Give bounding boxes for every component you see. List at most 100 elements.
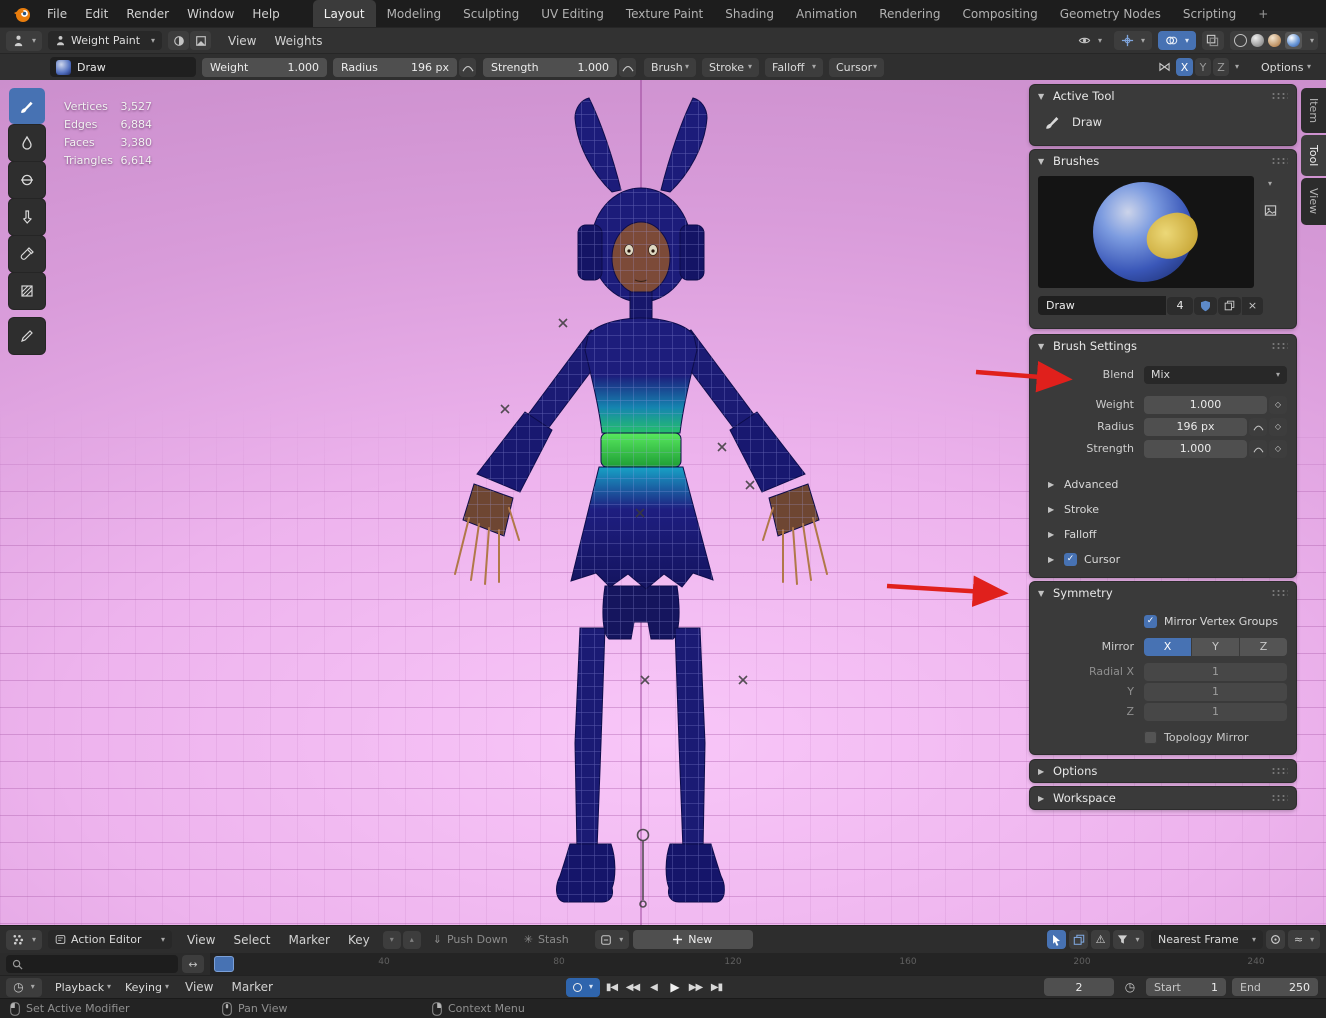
animate-weight-button[interactable]: ◇ xyxy=(1269,396,1287,414)
gizmos-popover[interactable]: ▾ xyxy=(1114,31,1152,50)
annotate-tool-button[interactable] xyxy=(9,318,45,354)
xray-toggle[interactable] xyxy=(1202,31,1224,50)
move-channel-down-button[interactable]: ▾ xyxy=(383,931,401,949)
draw-tool-button[interactable] xyxy=(9,88,45,124)
prev-keyframe-button[interactable]: ◀◀ xyxy=(623,978,642,997)
duplicate-brush-button[interactable] xyxy=(1218,297,1241,315)
stroke-popover[interactable]: Stroke▾ xyxy=(702,58,759,77)
current-frame-handle[interactable] xyxy=(214,956,234,972)
radius-value-slider[interactable]: 196 px xyxy=(1144,418,1247,436)
mirror-x-toggle[interactable]: X xyxy=(1176,58,1193,76)
brush-user-count[interactable]: 4 xyxy=(1167,297,1193,315)
keying-popover[interactable]: Keying▾ xyxy=(118,978,176,997)
timeline-editor-type-button[interactable]: ◷ ▾ xyxy=(6,978,42,997)
object-visibility-popover[interactable]: ▾ xyxy=(1072,31,1108,50)
material-preview-button[interactable] xyxy=(1268,34,1281,47)
mode-select[interactable]: Weight Paint ▾ xyxy=(48,31,162,50)
frame-end-field[interactable]: End 250 xyxy=(1232,978,1318,996)
proportional-edit-toggle[interactable] xyxy=(1266,930,1285,949)
weight-slider[interactable]: Weight 1.000 xyxy=(202,58,327,77)
jump-to-start-button[interactable]: ▮◀ xyxy=(602,978,621,997)
brush-settings-panel-header[interactable]: ▼ Brush Settings xyxy=(1030,335,1296,357)
menu-edit[interactable]: Edit xyxy=(76,0,117,27)
frame-start-field[interactable]: Start 1 xyxy=(1146,978,1226,996)
current-frame-field[interactable]: 2 xyxy=(1044,978,1114,996)
workspace-tab-compositing[interactable]: Compositing xyxy=(951,0,1048,27)
workspace-tab-animation[interactable]: Animation xyxy=(785,0,868,27)
show-errors-toggle[interactable]: ⚠ xyxy=(1091,930,1110,949)
sidebar-tab-item[interactable]: Item xyxy=(1301,88,1326,133)
options-popover[interactable]: Options ▾ xyxy=(1254,58,1318,77)
playback-popover[interactable]: Playback▾ xyxy=(48,978,118,997)
symmetry-panel-header[interactable]: ▼ Symmetry xyxy=(1030,582,1296,604)
animate-strength-button[interactable]: ◇ xyxy=(1269,440,1287,458)
mirror-vertex-groups-checkbox[interactable]: ✓ xyxy=(1144,615,1157,628)
menu-file[interactable]: File xyxy=(38,0,76,27)
radius-slider[interactable]: Radius 196 px xyxy=(333,58,457,77)
cursor-popover[interactable]: Cursor▾ xyxy=(829,58,884,77)
menu-help[interactable]: Help xyxy=(243,0,288,27)
menu-render[interactable]: Render xyxy=(117,0,178,27)
active-tool-row[interactable]: Draw xyxy=(1044,113,1102,131)
overlays-popover[interactable]: ▾ xyxy=(1158,31,1196,50)
paint-mask-toggle[interactable] xyxy=(168,31,189,50)
cursor-section[interactable]: ▶ ✓ Cursor xyxy=(1048,550,1120,568)
active-tool-panel-header[interactable]: ▼ Active Tool xyxy=(1030,85,1296,107)
filter-popover[interactable]: ▾ xyxy=(1113,930,1144,949)
add-workspace-button[interactable]: + xyxy=(1247,0,1279,27)
timeline-scrubber[interactable]: 40 80 120 160 200 240 xyxy=(210,953,1326,975)
menu-view[interactable]: View xyxy=(176,976,222,998)
menu-view[interactable]: View xyxy=(219,28,265,53)
workspace-tab-geometry-nodes[interactable]: Geometry Nodes xyxy=(1049,0,1172,27)
brush-image-button[interactable] xyxy=(1260,200,1280,220)
weight-value-slider[interactable]: 1.000 xyxy=(1144,396,1267,414)
falloff-section[interactable]: ▶Falloff xyxy=(1048,525,1096,543)
animate-radius-button[interactable]: ◇ xyxy=(1269,418,1287,436)
jump-to-end-button[interactable]: ▶▮ xyxy=(707,978,726,997)
advanced-section[interactable]: ▶Advanced xyxy=(1048,475,1118,493)
new-action-button[interactable]: New xyxy=(633,930,753,949)
play-button[interactable]: ▶ xyxy=(665,978,684,997)
menu-key[interactable]: Key xyxy=(339,926,379,953)
brush-name-field[interactable]: Draw xyxy=(1038,296,1166,315)
menu-window[interactable]: Window xyxy=(178,0,243,27)
workspace-panel-header[interactable]: ▶ Workspace xyxy=(1030,787,1296,809)
brush-popover[interactable]: Brush▾ xyxy=(644,58,696,77)
snap-mode-select[interactable]: Nearest Frame ▾ xyxy=(1151,930,1263,949)
menu-marker[interactable]: Marker xyxy=(280,926,339,953)
workspace-tab-modeling[interactable]: Modeling xyxy=(376,0,453,27)
channel-search-input[interactable] xyxy=(6,955,178,973)
menu-weights[interactable]: Weights xyxy=(265,28,331,53)
radius-pressure-toggle[interactable] xyxy=(459,58,476,77)
solid-shading-button[interactable] xyxy=(1251,34,1264,47)
stash-button[interactable]: ✳ Stash xyxy=(524,933,569,946)
radial-x-field[interactable]: 1 xyxy=(1144,663,1287,681)
workspace-tab-shading[interactable]: Shading xyxy=(714,0,785,27)
strength-pressure-toggle[interactable] xyxy=(1249,440,1267,458)
strength-slider[interactable]: Strength 1.000 xyxy=(483,58,617,77)
workspace-tab-sculpting[interactable]: Sculpting xyxy=(452,0,530,27)
radius-pressure-toggle[interactable] xyxy=(1249,418,1267,436)
workspace-tab-layout[interactable]: Layout xyxy=(313,0,376,27)
mirror-z-button[interactable]: Z xyxy=(1240,638,1287,656)
chevron-down-icon[interactable]: ▾ xyxy=(1268,180,1272,188)
browse-action-button[interactable]: ▾ xyxy=(595,930,629,949)
menu-view[interactable]: View xyxy=(178,926,224,953)
mirror-y-toggle[interactable]: Y xyxy=(1195,58,1211,76)
sidebar-tab-view[interactable]: View xyxy=(1301,178,1326,224)
cursor-checkbox[interactable]: ✓ xyxy=(1064,553,1077,566)
vertex-mask-toggle[interactable] xyxy=(190,31,211,50)
play-reverse-button[interactable]: ◀ xyxy=(644,978,663,997)
mirror-x-button[interactable]: X xyxy=(1144,638,1191,656)
editor-type-button[interactable]: ▾ xyxy=(6,930,42,950)
blend-mode-select[interactable]: Mix ▾ xyxy=(1144,366,1287,384)
sidebar-tab-tool[interactable]: Tool xyxy=(1301,135,1326,176)
editor-type-button[interactable]: ▾ xyxy=(6,31,42,51)
rendered-shading-active[interactable] xyxy=(1285,32,1302,49)
topology-mirror-checkbox[interactable] xyxy=(1144,731,1157,744)
mirror-z-toggle[interactable]: Z xyxy=(1213,58,1229,76)
move-channel-up-button[interactable]: ▴ xyxy=(403,931,421,949)
auto-keying-toggle[interactable]: ▾ xyxy=(566,978,600,997)
show-hidden-toggle[interactable] xyxy=(1069,930,1088,949)
radial-z-field[interactable]: 1 xyxy=(1144,703,1287,721)
